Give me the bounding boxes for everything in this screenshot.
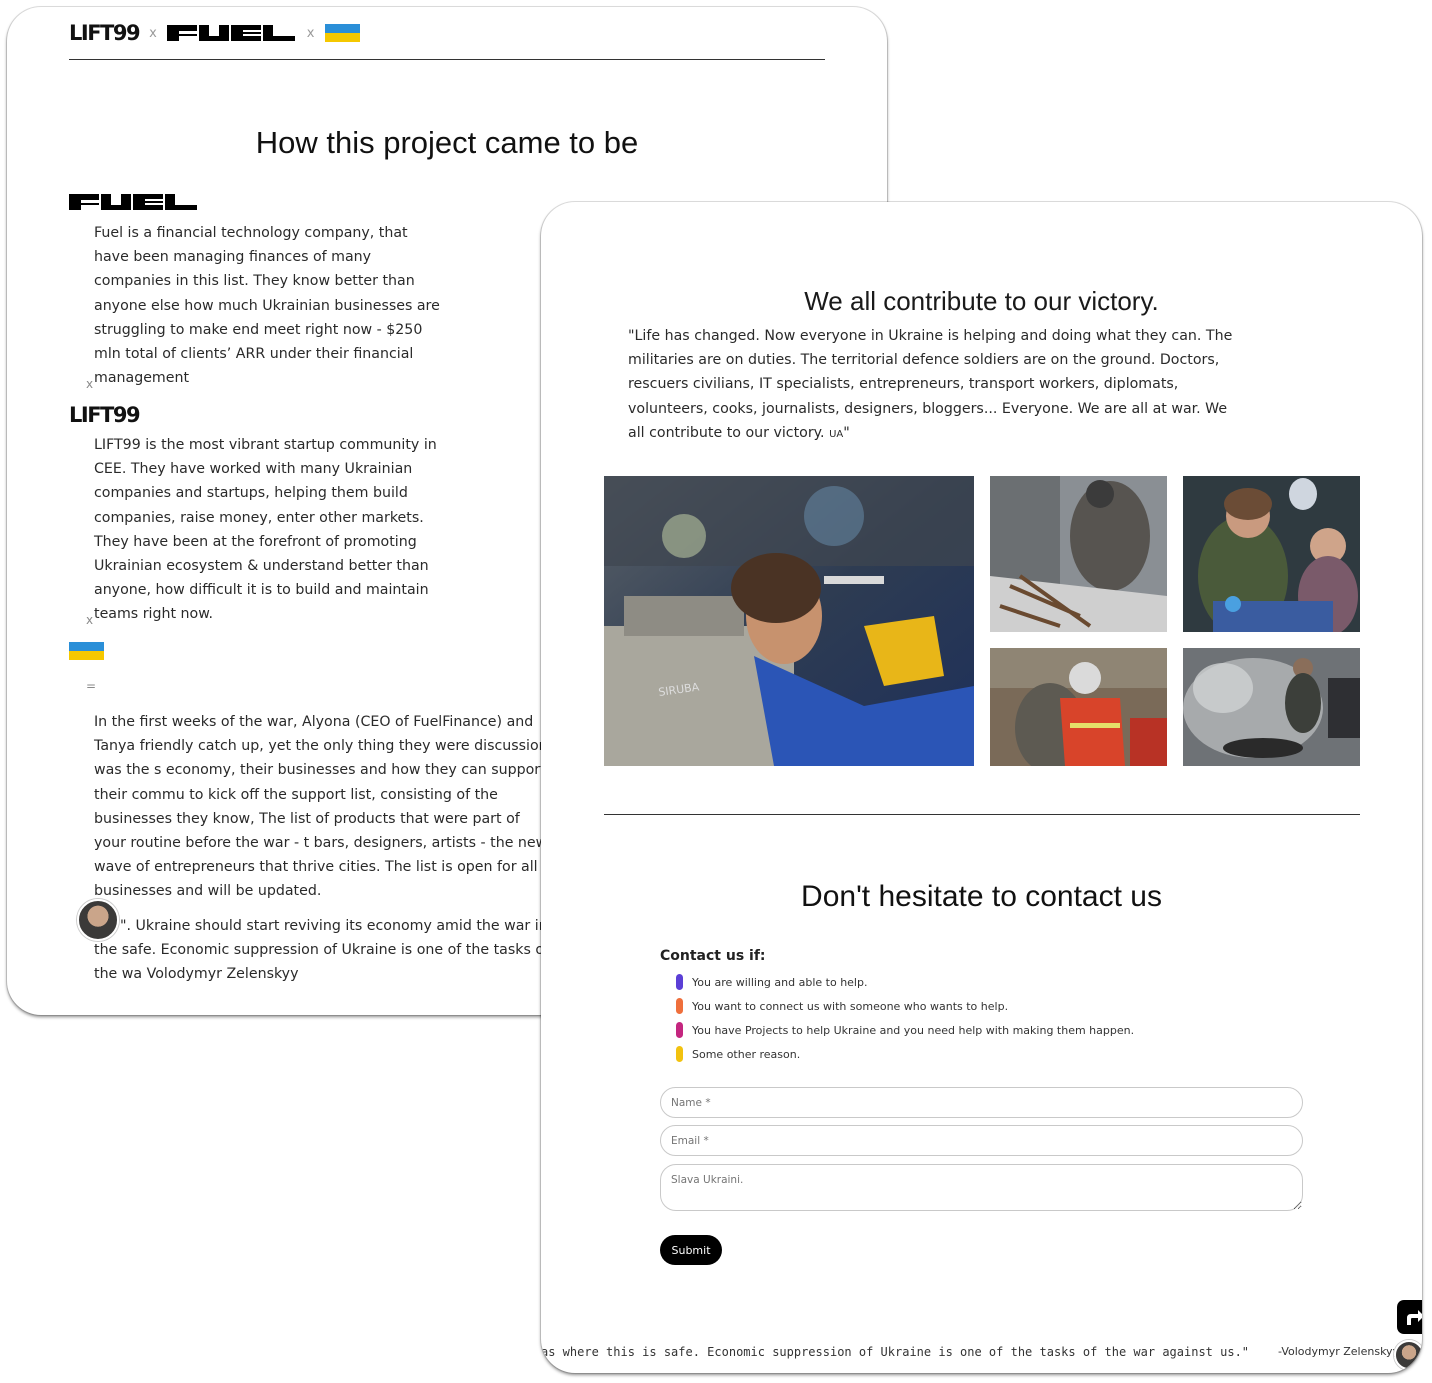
reason-text: You have Projects to help Ukraine and yo… — [692, 1023, 1135, 1037]
separator-x: x — [306, 25, 315, 41]
lift99-logo-section: LIFT99 — [69, 403, 141, 427]
lift99-logo[interactable]: LIFT99 — [69, 21, 141, 45]
reason-item: You want to connect us with someone who … — [676, 998, 1008, 1014]
photo-welder — [990, 476, 1167, 632]
victory-title: We all contribute to our victory. — [804, 286, 1159, 316]
equals-sign: = — [86, 679, 97, 693]
reason-text: Some other reason. — [692, 1047, 801, 1061]
contact-if-label: Contact us if: — [660, 948, 766, 964]
separator-x: x — [149, 25, 157, 41]
reason-text: You are willing and able to help. — [692, 975, 868, 989]
separator-x: x — [86, 613, 94, 627]
victory-quote-text: "Life has changed. Now everyone in Ukrai… — [628, 328, 1233, 441]
share-arrow-icon — [1407, 1310, 1422, 1325]
story-text: In the first weeks of the war, Alyona (C… — [94, 714, 548, 900]
fuel-logo[interactable] — [166, 22, 297, 44]
ukraine-flag-icon — [69, 642, 104, 660]
photo-field-kitchen — [1183, 648, 1360, 766]
fuel-description: Fuel is a financial technology company, … — [94, 225, 440, 387]
quote-ticker: as where this is safe. Economic suppress… — [541, 1345, 1250, 1359]
separator-x: x — [86, 377, 94, 391]
fuel-logo-section — [69, 194, 197, 210]
share-button[interactable] — [1397, 1300, 1422, 1334]
zelenskyy-avatar-small — [1394, 1340, 1422, 1370]
yellow-pill-icon — [676, 1046, 683, 1062]
victory-contact-card: We all contribute to our victory. "Life … — [541, 202, 1422, 1373]
submit-button[interactable]: Submit — [660, 1235, 722, 1265]
ukraine-flag-icon — [324, 24, 360, 42]
name-input[interactable] — [660, 1087, 1303, 1118]
reason-item: Some other reason. — [676, 1046, 800, 1062]
purple-pill-icon — [676, 974, 683, 990]
quote-close: " — [843, 424, 850, 441]
email-input[interactable] — [660, 1125, 1303, 1156]
victory-quote: "Life has changed. Now everyone in Ukrai… — [628, 324, 1238, 447]
ticker-author: -Volodymyr Zelenskyy — [1274, 1345, 1400, 1358]
fuel-logo-mark — [166, 25, 295, 41]
section-divider — [604, 814, 1360, 815]
orange-pill-icon — [676, 998, 683, 1014]
header-divider — [69, 59, 825, 60]
lift99-description: LIFT99 is the most vibrant startup commu… — [94, 437, 437, 623]
message-textarea[interactable] — [660, 1164, 1303, 1211]
photo-sewing-worker: SIRUBA — [604, 476, 974, 766]
photo-rescuer — [990, 648, 1167, 766]
header-logos: LIFT99 x x — [69, 21, 360, 45]
zelenskyy-quote: ". Ukraine should start reviving its eco… — [94, 918, 550, 983]
magenta-pill-icon — [676, 1022, 683, 1038]
photo-volunteers-cooking — [1183, 476, 1360, 632]
reason-text: You want to connect us with someone who … — [692, 999, 1009, 1013]
reason-item: You are willing and able to help. — [676, 974, 867, 990]
ua-mark: UA — [829, 428, 844, 440]
page-title: How this project came to be — [255, 125, 639, 160]
reason-item: You have Projects to help Ukraine and yo… — [676, 1022, 1134, 1038]
contact-title: Don't hesitate to contact us — [801, 880, 1162, 913]
